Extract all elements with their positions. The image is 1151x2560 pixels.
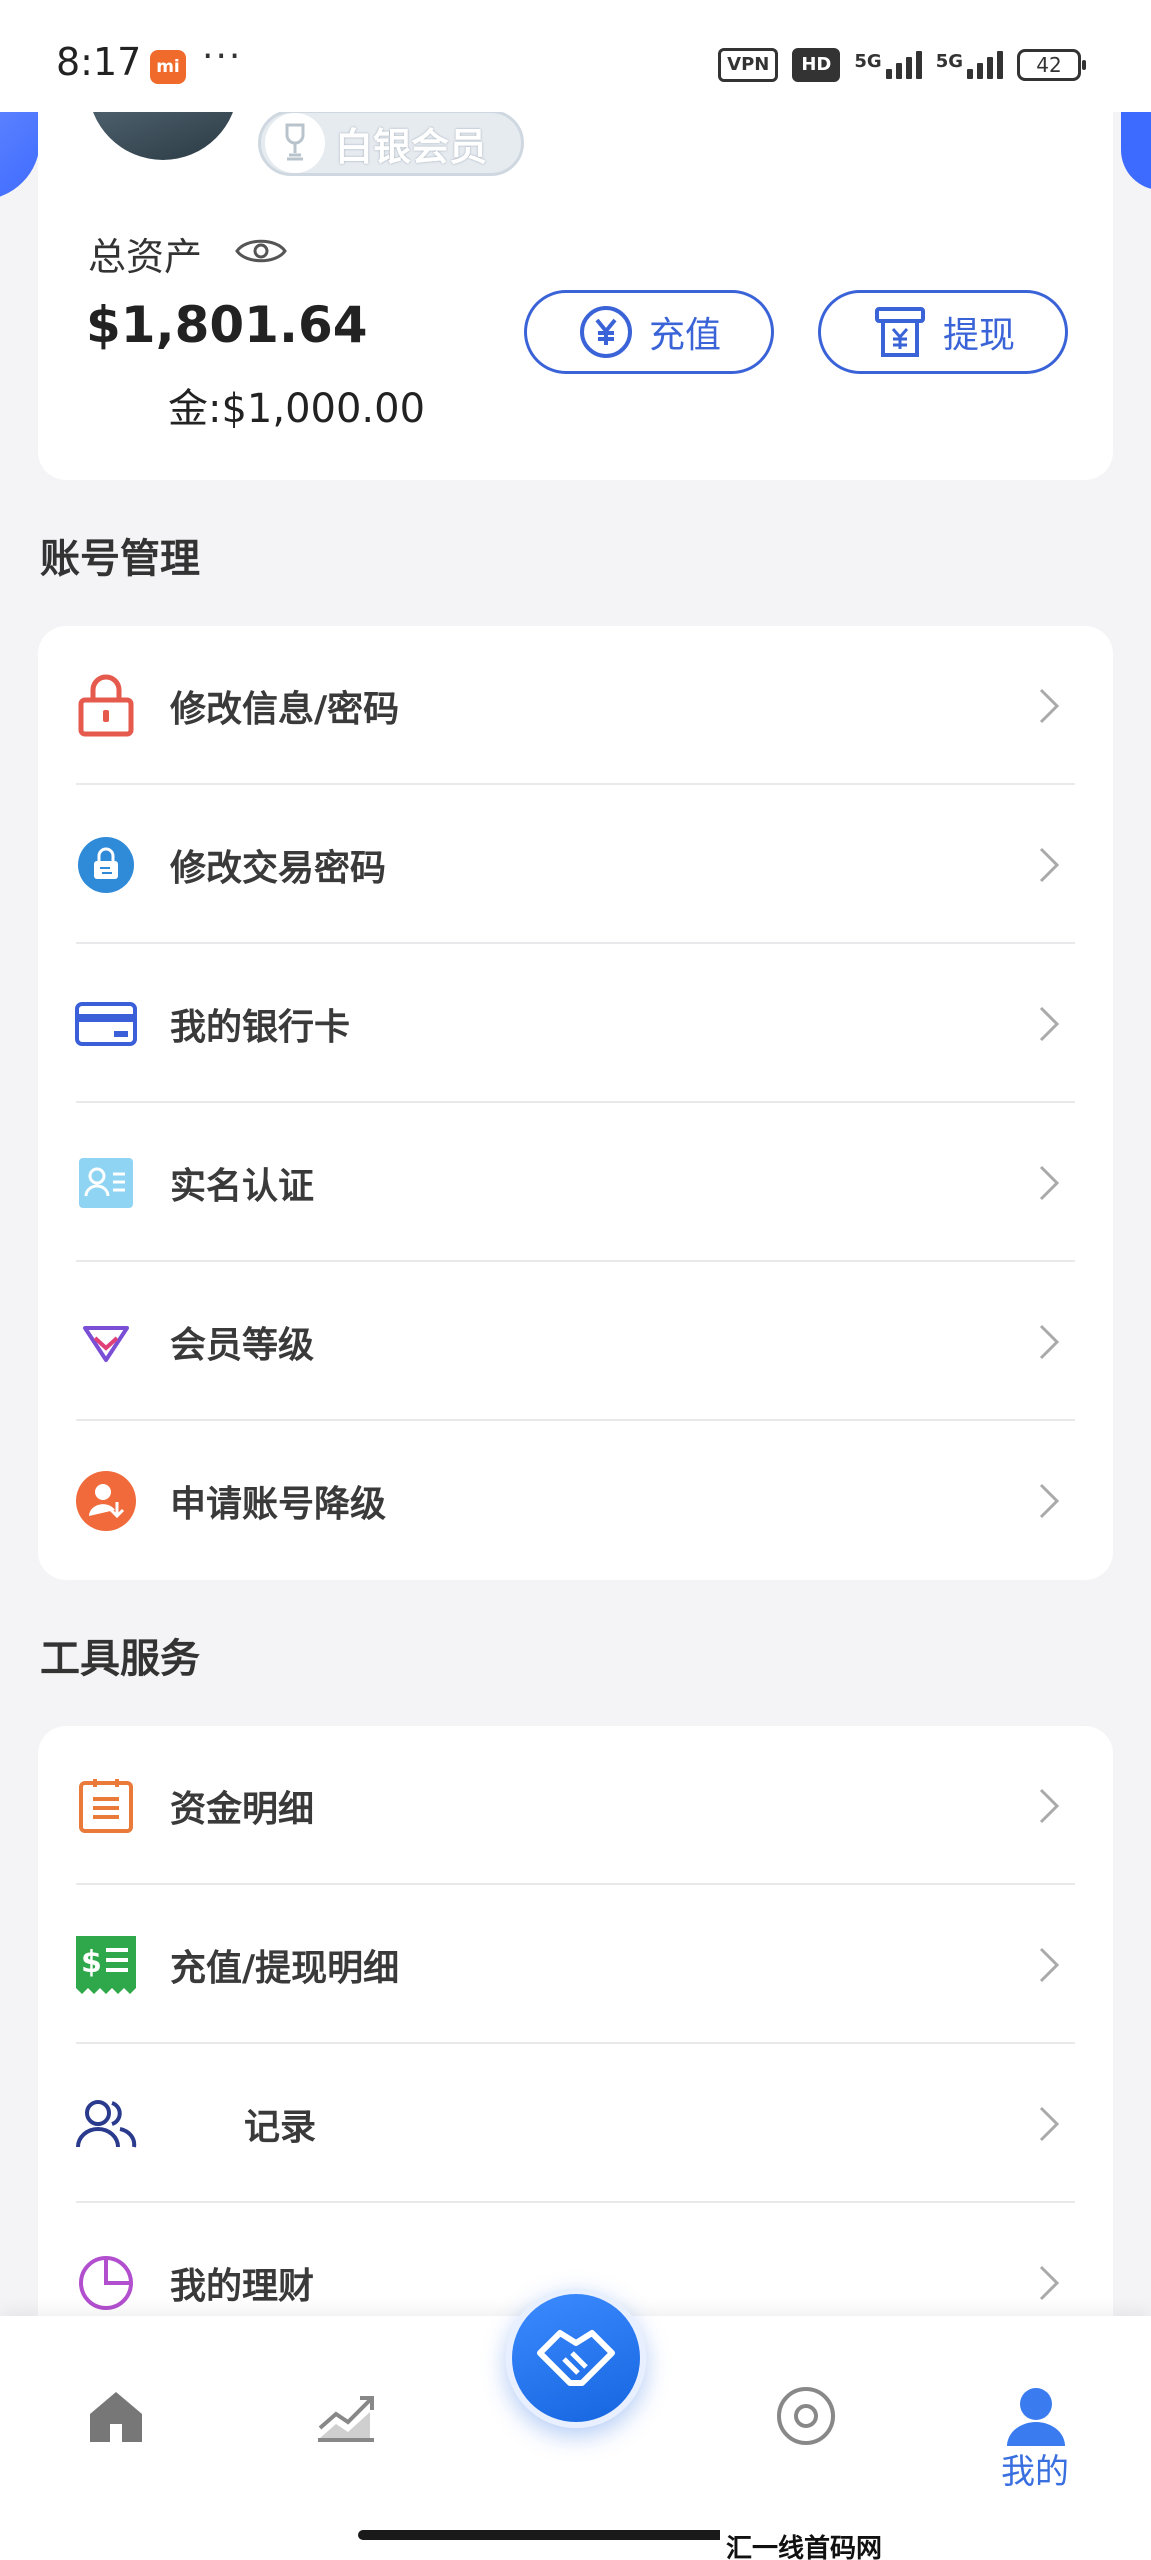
tools-section-title: 工具服务 — [40, 1636, 200, 1682]
chevron-right-icon — [1039, 2265, 1060, 2300]
signal-icon: 5G — [854, 51, 922, 79]
list-item-label: 记录 — [244, 2106, 317, 2148]
list-item-label: 充值/提现明细 — [170, 1947, 400, 1989]
chevron-right-icon — [1039, 2106, 1060, 2141]
list-item-member-level[interactable]: 会员等级 — [38, 1262, 1113, 1421]
chevron-right-icon — [1039, 1947, 1060, 1982]
status-time: 8:17 — [56, 40, 142, 84]
list-item-trade-password[interactable]: 修改交易密码 — [38, 785, 1113, 944]
tab-discover[interactable] — [766, 2376, 846, 2456]
signal-icon-2: 5G — [936, 51, 1003, 79]
chevron-right-icon — [1039, 688, 1060, 723]
recharge-label: 充值 — [648, 315, 721, 356]
account-card: 修改信息/密码 修改交易密码 我的银行卡 实名认证 会员等级 申请账号降级 — [38, 626, 1113, 1580]
list-item-label: 实名认证 — [170, 1165, 315, 1207]
withdraw-icon — [874, 307, 925, 357]
list-item-records[interactable]: 记录 — [38, 2044, 1113, 2203]
withdraw-button[interactable]: 提现 — [818, 290, 1068, 374]
user-down-icon — [74, 1469, 138, 1533]
list-item-label: 我的银行卡 — [170, 1006, 351, 1048]
list-item-label: 修改交易密码 — [170, 847, 387, 889]
member-level-text: 白银会员 — [335, 124, 488, 169]
svg-text:$: $ — [81, 1945, 102, 1980]
trend-chart-icon — [318, 2396, 374, 2442]
list-item-label: 资金明细 — [170, 1788, 315, 1830]
chevron-right-icon — [1039, 1324, 1060, 1359]
list-item-label: 我的理财 — [170, 2265, 315, 2307]
ledger-icon — [74, 1774, 138, 1838]
total-assets-value: $1,801.64 — [86, 296, 368, 354]
home-icon — [90, 2392, 142, 2442]
header-decoration-right — [1121, 100, 1151, 190]
profile-card: 白银会员 总资产 $1,801.64 金:$1,000.00 充值 提现 — [38, 70, 1113, 480]
status-more-icon: ··· — [202, 36, 243, 77]
chevron-right-icon — [1039, 1788, 1060, 1823]
chevron-right-icon — [1039, 847, 1060, 882]
diamond-icon — [74, 1310, 138, 1374]
recharge-icon — [579, 306, 632, 358]
member-level-badge[interactable]: 白银会员 — [258, 110, 524, 176]
chevron-right-icon — [1039, 1006, 1060, 1041]
chevron-right-icon — [1039, 1483, 1060, 1518]
chevron-right-icon — [1039, 1165, 1060, 1200]
users-icon — [74, 2092, 138, 2156]
trophy-icon — [265, 113, 325, 173]
pie-chart-icon — [74, 2251, 138, 2315]
handshake-icon — [537, 2330, 615, 2386]
eye-icon[interactable] — [234, 234, 288, 272]
list-item-downgrade[interactable]: 申请账号降级 — [38, 1421, 1113, 1580]
total-assets-label: 总资产 — [88, 235, 203, 279]
list-item-label: 申请账号降级 — [170, 1483, 387, 1525]
recharge-button[interactable]: 充值 — [524, 290, 774, 374]
tab-market[interactable] — [306, 2376, 386, 2456]
list-item-label: 会员等级 — [170, 1324, 315, 1366]
status-bar: 8:17 mi ··· VPN HD 5G 5G 42 — [0, 0, 1151, 112]
list-item-label: 修改信息/密码 — [170, 688, 400, 730]
list-item-fund-details[interactable]: 资金明细 — [38, 1726, 1113, 1885]
list-item-real-name[interactable]: 实名认证 — [38, 1103, 1113, 1262]
receipt-icon: $ — [74, 1933, 138, 1997]
user-icon — [1007, 2388, 1065, 2446]
network-type-1: 5G — [854, 51, 882, 72]
tab-home[interactable] — [76, 2376, 156, 2456]
network-type-2: 5G — [935, 51, 963, 72]
list-item-bank-card[interactable]: 我的银行卡 — [38, 944, 1113, 1103]
watermark: 汇一线首码网 www.huiyixian.com — [720, 2528, 1151, 2560]
tab-mine-label: 我的 — [1001, 2452, 1069, 2492]
account-section-title: 账号管理 — [40, 536, 200, 582]
bank-card-icon — [74, 992, 138, 1056]
vpn-icon: VPN — [718, 48, 779, 82]
battery-icon: 42 — [1017, 49, 1086, 81]
list-item-recharge-withdraw-details[interactable]: $ 充值/提现明细 — [38, 1885, 1113, 2044]
center-action-button[interactable] — [506, 2288, 646, 2428]
lock-icon — [74, 674, 138, 738]
page: 8:17 mi ··· VPN HD 5G 5G 42 白银会员 总资产 $1,… — [0, 0, 1151, 2560]
withdraw-label: 提现 — [942, 315, 1015, 356]
gold-value: 金:$1,000.00 — [168, 386, 426, 432]
mi-app-icon: mi — [150, 50, 186, 84]
list-item-edit-info[interactable]: 修改信息/密码 — [38, 626, 1113, 785]
trade-lock-icon — [74, 833, 138, 897]
status-indicators: VPN HD 5G 5G 42 — [718, 48, 1086, 82]
compass-icon — [777, 2387, 835, 2445]
hd-icon: HD — [792, 48, 841, 82]
id-card-icon — [74, 1151, 138, 1215]
